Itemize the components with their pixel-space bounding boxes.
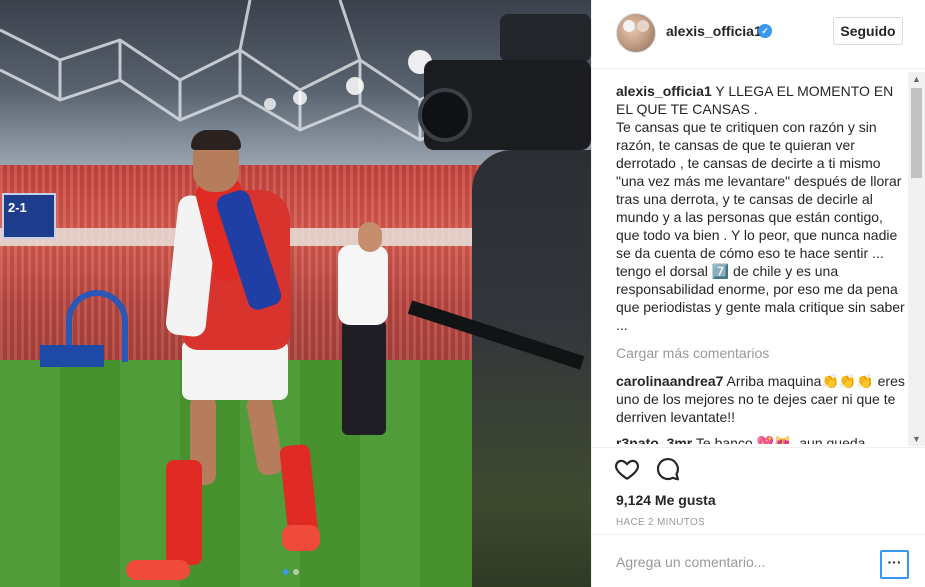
- comment-input[interactable]: [616, 550, 856, 574]
- caption-text: Y LLEGA EL MOMENTO EN EL QUE TE CANSAS .…: [616, 83, 905, 333]
- comment-item: r3nato_3mr Te banco 💖😻, aun queda: [616, 434, 906, 444]
- following-button[interactable]: Seguido: [833, 17, 903, 45]
- comment-bubble-icon[interactable]: [655, 456, 681, 482]
- load-more-comments-link[interactable]: Cargar más comentarios: [616, 344, 906, 362]
- comment-text: Te banco 💖😻, aun queda: [692, 435, 866, 444]
- scoreboard-score: 2-1: [8, 200, 27, 215]
- post-panel: alexis_officia1 ✓ Seguido alexis_officia…: [591, 0, 925, 587]
- scroll-thumb[interactable]: [911, 88, 922, 178]
- scroll-down-arrow-icon[interactable]: ▼: [908, 432, 925, 446]
- comments-scrollbar[interactable]: ▲ ▼: [908, 72, 925, 446]
- comment-item: carolinaandrea7 Arriba maquina👏👏👏 eres u…: [616, 372, 906, 426]
- camera-top: [500, 14, 591, 62]
- post-photo[interactable]: 2-1: [0, 0, 591, 587]
- comment-username[interactable]: r3nato_3mr: [616, 435, 692, 444]
- player-boot-left: [126, 560, 190, 580]
- avatar[interactable]: [616, 13, 656, 53]
- more-options-icon[interactable]: ···: [880, 550, 909, 579]
- scroll-up-arrow-icon[interactable]: ▲: [908, 72, 925, 86]
- caption: alexis_officia1 Y LLEGA EL MOMENTO EN EL…: [616, 82, 906, 334]
- add-comment-bar: ···: [592, 534, 925, 587]
- official-head: [358, 222, 382, 252]
- post-actions: 9,124 Me gusta HACE 2 MINUTOS: [592, 447, 925, 528]
- carousel-indicator: [283, 569, 299, 575]
- heart-icon[interactable]: [614, 456, 640, 482]
- likes-count[interactable]: 9,124 Me gusta: [616, 492, 716, 508]
- post-timestamp: HACE 2 MINUTOS: [616, 517, 706, 528]
- player-hair: [191, 130, 241, 150]
- official-shirt: [338, 245, 388, 325]
- camera-lens: [418, 88, 472, 142]
- carousel-dot-1[interactable]: [283, 569, 289, 575]
- comments-list[interactable]: alexis_officia1 Y LLEGA EL MOMENTO EN EL…: [616, 82, 906, 444]
- comment-username[interactable]: carolinaandrea7: [616, 373, 723, 389]
- advertising-board: [40, 345, 104, 367]
- verified-badge-icon: ✓: [758, 24, 772, 38]
- carousel-dot-2[interactable]: [293, 569, 299, 575]
- post-header: alexis_officia1 ✓ Seguido: [592, 0, 925, 69]
- player-boot-right: [282, 525, 320, 551]
- player-sock-left: [166, 460, 202, 565]
- cameraman: [472, 150, 591, 587]
- caption-username[interactable]: alexis_officia1: [616, 83, 712, 99]
- official-legs: [342, 320, 386, 435]
- username-link[interactable]: alexis_officia1: [666, 23, 762, 39]
